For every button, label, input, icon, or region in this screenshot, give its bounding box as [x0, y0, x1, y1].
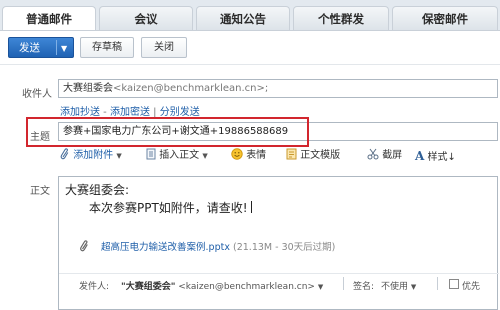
- recipient-links: 添加抄送 - 添加密送 | 分别发送: [60, 103, 200, 118]
- body-template-button[interactable]: 正文模版: [286, 148, 340, 164]
- tab-label: 通知公告: [220, 12, 266, 26]
- font-style-icon: A: [415, 149, 425, 163]
- emoji-label: 表情: [246, 150, 267, 161]
- body-message: 本次参赛PPT如附件，请查收!: [89, 201, 248, 215]
- field-separator: [437, 277, 438, 290]
- tab-normal-mail[interactable]: 普通邮件: [2, 6, 96, 31]
- close-button[interactable]: 关闭: [141, 37, 187, 58]
- insert-body-button[interactable]: 插入正文 ▼: [146, 148, 208, 164]
- sender-address: <kaizen@benchmarklean.cn>: [178, 282, 315, 292]
- tab-label: 普通邮件: [26, 12, 72, 26]
- chevron-down-icon: ▼: [202, 152, 208, 160]
- smiley-icon: [231, 148, 243, 160]
- field-separator: [343, 277, 344, 290]
- body-editor[interactable]: 大赛组委会: 本次参赛PPT如附件，请查收! 超高压电力输送改善案例.pptx …: [58, 176, 499, 310]
- sender-select[interactable]: "大赛组委会" <kaizen@benchmarklean.cn> ▼: [121, 279, 323, 292]
- body-greeting: 大赛组委会:: [65, 183, 130, 197]
- paperclip-icon: [60, 148, 69, 160]
- tab-personal-mass[interactable]: 个性群发: [293, 6, 389, 30]
- compose-toolbar: 发送 ▼ 存草稿 关闭: [0, 30, 500, 63]
- insert-body-label: 插入正文: [159, 150, 200, 161]
- priority-checkbox[interactable]: [449, 279, 459, 289]
- paperclip-icon: [80, 240, 88, 252]
- tab-notice[interactable]: 通知公告: [196, 6, 290, 30]
- template-icon: [286, 148, 297, 160]
- tab-confidential[interactable]: 保密邮件: [392, 6, 498, 30]
- chevron-down-icon: ▼: [317, 283, 324, 291]
- recipient-label: 收件人: [22, 89, 52, 100]
- screenshot-button[interactable]: 截屏: [367, 148, 402, 164]
- send-split-divider: [56, 40, 57, 55]
- save-draft-button[interactable]: 存草稿: [80, 37, 134, 58]
- document-icon: [146, 148, 156, 160]
- signature-value: 不使用: [381, 282, 409, 292]
- add-attachment-label: 添加附件: [73, 150, 114, 161]
- toolbar-divider: [0, 64, 500, 65]
- signature-select[interactable]: 不使用 ▼: [381, 279, 416, 292]
- body-label: 正文: [30, 186, 50, 197]
- sender-name: "大赛组委会": [121, 282, 176, 292]
- compose-type-tabs: 普通邮件 会议 通知公告 个性群发 保密邮件: [0, 0, 500, 31]
- send-options-icon[interactable]: ▼: [61, 38, 67, 59]
- scissors-icon: [367, 148, 379, 160]
- attachment-item: 超高压电力输送改善案例.pptx (21.13M - 30天后过期): [79, 239, 335, 253]
- editor-toolbar: 添加附件 ▼ 插入正文 ▼ 表情 正文模版 截屏 A 样式↓: [0, 148, 500, 166]
- recipient-field[interactable]: 大赛组委会<kaizen@benchmarklean.cn>;: [58, 79, 498, 98]
- screenshot-label: 截屏: [382, 150, 403, 161]
- send-button[interactable]: 发送 ▼: [8, 37, 74, 58]
- tab-meeting[interactable]: 会议: [99, 6, 193, 30]
- subject-highlight-box: [26, 117, 309, 147]
- signature-label: 签名:: [353, 282, 375, 292]
- style-label: 样式↓: [427, 152, 456, 163]
- body-template-label: 正文模版: [300, 150, 341, 161]
- tab-label: 会议: [134, 12, 158, 26]
- tab-label: 个性群发: [318, 12, 364, 26]
- sender-row: 发件人: "大赛组委会" <kaizen@benchmarklean.cn> ▼…: [59, 273, 499, 294]
- add-attachment-button[interactable]: 添加附件 ▼: [60, 148, 122, 164]
- style-button[interactable]: A 样式↓: [415, 148, 456, 164]
- body-text-line: 本次参赛PPT如附件，请查收!: [89, 199, 252, 216]
- chevron-down-icon: ▼: [116, 152, 122, 160]
- chevron-down-icon: ▼: [410, 283, 417, 291]
- send-label: 发送: [19, 42, 40, 54]
- text-cursor: [250, 201, 252, 213]
- recipient-address: <kaizen@benchmarklean.cn>;: [113, 83, 269, 94]
- sender-label: 发件人:: [79, 282, 110, 292]
- priority-label: 优先: [462, 282, 481, 292]
- recipient-name: 大赛组委会: [63, 83, 113, 94]
- attachment-meta: (21.13M - 30天后过期): [233, 242, 336, 253]
- emoji-button[interactable]: 表情: [231, 148, 266, 164]
- attachment-name[interactable]: 超高压电力输送改善案例.pptx: [101, 242, 230, 253]
- tab-label: 保密邮件: [422, 12, 468, 26]
